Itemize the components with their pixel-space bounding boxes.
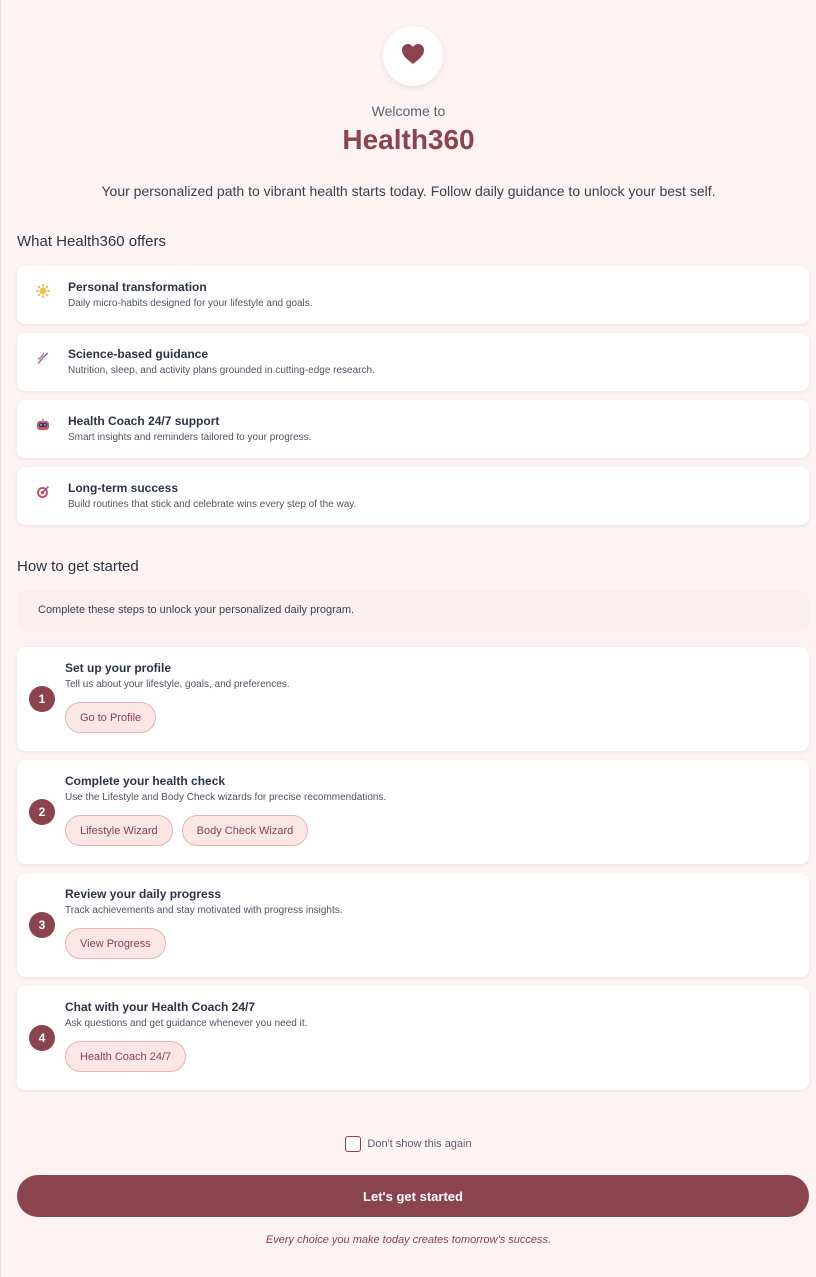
info-text: Complete these steps to unlock your pers… [38,604,355,616]
step-desc: Tell us about your lifestyle, goals, and… [65,679,290,690]
step-title: Complete your health check [65,774,226,788]
target-icon [35,484,51,500]
offer-title: Personal transformation [68,280,207,294]
step-title: Set up your profile [65,661,172,675]
dna-icon [35,350,51,366]
view-progress-button[interactable]: View Progress [65,928,166,959]
step-card: 4 Chat with your Health Coach 24/7 Ask q… [17,986,809,1090]
offer-card: Long-term success Build routines that st… [17,467,809,525]
offer-desc: Build routines that stick and celebrate … [68,499,357,510]
offer-title: Health Coach 24/7 support [68,414,220,428]
step-number: 2 [29,799,55,825]
step-desc: Use the Lifestyle and Body Check wizards… [65,792,387,803]
step-desc: Ask questions and get guidance whenever … [65,1018,308,1029]
step-card: 2 Complete your health check Use the Lif… [17,760,809,864]
info-banner: Complete these steps to unlock your pers… [17,590,809,631]
offer-desc: Daily micro-habits designed for your lif… [68,298,313,309]
health-coach-button[interactable]: Health Coach 24/7 [65,1041,187,1072]
step-card: 3 Review your daily progress Track achie… [17,873,809,977]
offer-title: Long-term success [68,481,179,495]
offer-card: Health Coach 24/7 support Smart insights… [17,400,809,458]
footer-quote: Every choice you make today creates tomo… [265,1234,552,1246]
step-desc: Track achievements and stay motivated wi… [65,905,343,916]
offer-desc: Smart insights and reminders tailored to… [68,432,312,443]
checkbox-label[interactable]: Don't show this again [367,1138,471,1150]
lifestyle-wizard-button[interactable]: Lifestyle Wizard [65,815,173,846]
go-to-profile-button[interactable]: Go to Profile [65,702,157,733]
step-title: Review your daily progress [65,887,222,901]
dont-show-again-row: Don't show this again [1,1136,816,1152]
step-number: 4 [29,1025,55,1051]
app-title: Health360 [342,124,475,155]
getting-started-heading: How to get started [17,558,139,575]
step-card: 1 Set up your profile Tell us about your… [17,647,809,751]
offer-desc: Nutrition, sleep, and activity plans gro… [68,365,375,376]
robot-icon [35,417,51,433]
step-number: 1 [29,686,55,712]
offer-title: Science-based guidance [68,347,209,361]
logo-badge [383,26,443,86]
offer-card: Science-based guidance Nutrition, sleep,… [17,333,809,391]
offer-card: Personal transformation Daily micro-habi… [17,266,809,324]
step-number: 3 [29,912,55,938]
heart-icon [401,43,425,70]
welcome-text: Welcome to [371,103,446,119]
sun-icon [35,283,51,299]
step-title: Chat with your Health Coach 24/7 [65,1000,256,1014]
dont-show-again-checkbox[interactable] [345,1136,362,1152]
offers-heading: What Health360 offers [17,233,166,250]
body-check-wizard-button[interactable]: Body Check Wizard [181,815,309,846]
get-started-button[interactable]: Let's get started [17,1175,809,1217]
tagline: Your personalized path to vibrant health… [101,183,716,199]
